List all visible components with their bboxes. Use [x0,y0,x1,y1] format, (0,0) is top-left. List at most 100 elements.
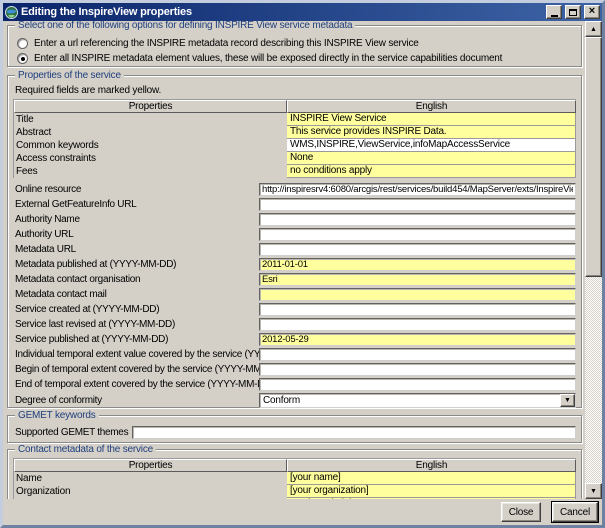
scroll-down-button[interactable]: ▼ [585,483,602,499]
table-row-common-keywords: Common keywords WMS,INSPIRE,ViewService,… [14,139,576,152]
title-value-cell[interactable]: INSPIRE View Service [287,113,576,126]
field-row-gemet-themes: Supported GEMET themes [13,425,576,440]
fees-value-cell[interactable]: no conditions apply [287,165,576,178]
contact-name-value-cell[interactable]: [your name] [287,472,576,485]
scroll-viewport: Select one of the following options for … [3,21,602,499]
field-row-individual-temporal-extent: Individual temporal extent value covered… [13,347,576,362]
radio-url-metadata[interactable] [17,38,28,49]
abstract-value-cell[interactable]: This service provides INSPIRE Data. [287,126,576,139]
required-fields-note: Required fields are marked yellow. [15,85,576,96]
minimize-icon [551,15,558,17]
col-header-english[interactable]: English [287,100,576,113]
field-label: Authority URL [13,229,259,240]
field-label: Begin of temporal extent covered by the … [13,364,259,375]
gemet-legend: GEMET keywords [15,410,99,421]
contact-table: Properties English Name [your name] Orga… [13,458,576,499]
field-label: Authority Name [13,214,259,225]
individual-temporal-extent-input[interactable] [259,348,576,361]
field-label: End of temporal extent covered by the se… [13,379,259,390]
metadata-published-input[interactable] [259,258,576,271]
contact-position-value-cell[interactable]: service administrator [287,498,576,499]
field-label: Degree of conformity [13,395,259,406]
vertical-scrollbar[interactable]: ▲ ▼ [585,21,602,499]
service-last-revised-input[interactable] [259,318,576,331]
dropdown-button[interactable]: ▼ [560,394,575,407]
external-getfeatureinfo-url-input[interactable] [259,198,576,211]
common-keywords-value-cell[interactable]: WMS,INSPIRE,ViewService,infoMapAccessSer… [287,139,576,152]
table-row-organization: Organization [your organization] [14,485,576,498]
field-row-degree-of-conformity: Degree of conformity Conform ▼ [13,392,576,408]
field-label: Metadata contact mail [13,289,259,300]
field-row-service-last-revised: Service last revised at (YYYY-MM-DD) [13,317,576,332]
globe-icon [5,6,18,19]
authority-name-input[interactable] [259,213,576,226]
options-groupbox: Select one of the following options for … [7,25,582,67]
row-label: Title [14,113,287,126]
field-label: Service last revised at (YYYY-MM-DD) [13,319,259,330]
dialog-window: Editing the InspireView properties × Sel… [0,0,605,528]
col-header-english[interactable]: English [287,459,576,472]
row-label: Common keywords [14,139,287,152]
supported-gemet-themes-input[interactable] [132,426,576,439]
close-icon: × [589,6,595,17]
authority-url-input[interactable] [259,228,576,241]
radio-row-all-values[interactable]: Enter all INSPIRE metadata element value… [17,51,576,66]
chevron-up-icon: ▲ [590,26,597,33]
field-row-metadata-published: Metadata published at (YYYY-MM-DD) [13,257,576,272]
cancel-button[interactable]: Cancel [552,502,598,522]
table-row-abstract: Abstract This service provides INSPIRE D… [14,126,576,139]
row-label: Abstract [14,126,287,139]
field-row-online-resource: Online resource [13,182,576,197]
access-constraints-value-cell[interactable]: None [287,152,576,165]
window-title: Editing the InspireView properties [21,6,543,18]
degree-of-conformity-select[interactable]: Conform ▼ [259,393,576,408]
row-label: Organization [14,485,287,498]
field-label: Service published at (YYYY-MM-DD) [13,334,259,345]
maximize-button[interactable] [565,5,581,19]
scrollbar-thumb[interactable] [585,37,602,277]
radio-url-label: Enter a url referencing the INSPIRE meta… [34,38,419,49]
contact-groupbox: Contact metadata of the service Properti… [7,449,582,499]
minimize-button[interactable] [546,5,562,19]
close-button[interactable]: Close [501,502,541,522]
table-row-access-constraints: Access constraints None [14,152,576,165]
field-label: Metadata contact organisation [13,274,259,285]
field-row-service-created: Service created at (YYYY-MM-DD) [13,302,576,317]
service-published-input[interactable] [259,333,576,346]
end-temporal-extent-input[interactable] [259,378,576,391]
metadata-contact-organisation-input[interactable] [259,273,576,286]
contact-legend: Contact metadata of the service [15,444,156,455]
button-bar: Close Cancel [3,499,602,525]
row-label: Access constraints [14,152,287,165]
col-header-properties[interactable]: Properties [14,459,287,472]
contact-organization-value-cell[interactable]: [your organization] [287,485,576,498]
col-header-properties[interactable]: Properties [14,100,287,113]
table-row-fees: Fees no conditions apply [14,165,576,178]
field-label: Metadata URL [13,244,259,255]
table-row-title: Title INSPIRE View Service [14,113,576,126]
online-resource-input[interactable] [259,183,576,196]
options-legend: Select one of the following options for … [15,21,355,31]
row-label: Fees [14,165,287,178]
field-row-metadata-url: Metadata URL [13,242,576,257]
metadata-url-input[interactable] [259,243,576,256]
radio-row-url[interactable]: Enter a url referencing the INSPIRE meta… [17,36,576,51]
gemet-themes-label: Supported GEMET themes [13,427,132,438]
radio-all-values-label: Enter all INSPIRE metadata element value… [34,53,502,64]
field-row-service-published: Service published at (YYYY-MM-DD) [13,332,576,347]
field-row-metadata-contact-mail: Metadata contact mail [13,287,576,302]
field-row-begin-temporal-extent: Begin of temporal extent covered by the … [13,362,576,377]
field-row-getfeatureinfo-url: External GetFeatureInfo URL [13,197,576,212]
metadata-contact-mail-input[interactable] [259,288,576,301]
field-row-authority-name: Authority Name [13,212,576,227]
close-button-caption[interactable]: × [584,5,600,19]
field-row-authority-url: Authority URL [13,227,576,242]
service-created-input[interactable] [259,303,576,316]
chevron-down-icon: ▼ [590,488,597,495]
content-pane: Select one of the following options for … [3,21,585,499]
radio-all-metadata-values[interactable] [17,53,28,64]
begin-temporal-extent-input[interactable] [259,363,576,376]
field-label: External GetFeatureInfo URL [13,199,259,210]
properties-table-header: Properties English [14,100,576,113]
scroll-up-button[interactable]: ▲ [585,21,602,37]
